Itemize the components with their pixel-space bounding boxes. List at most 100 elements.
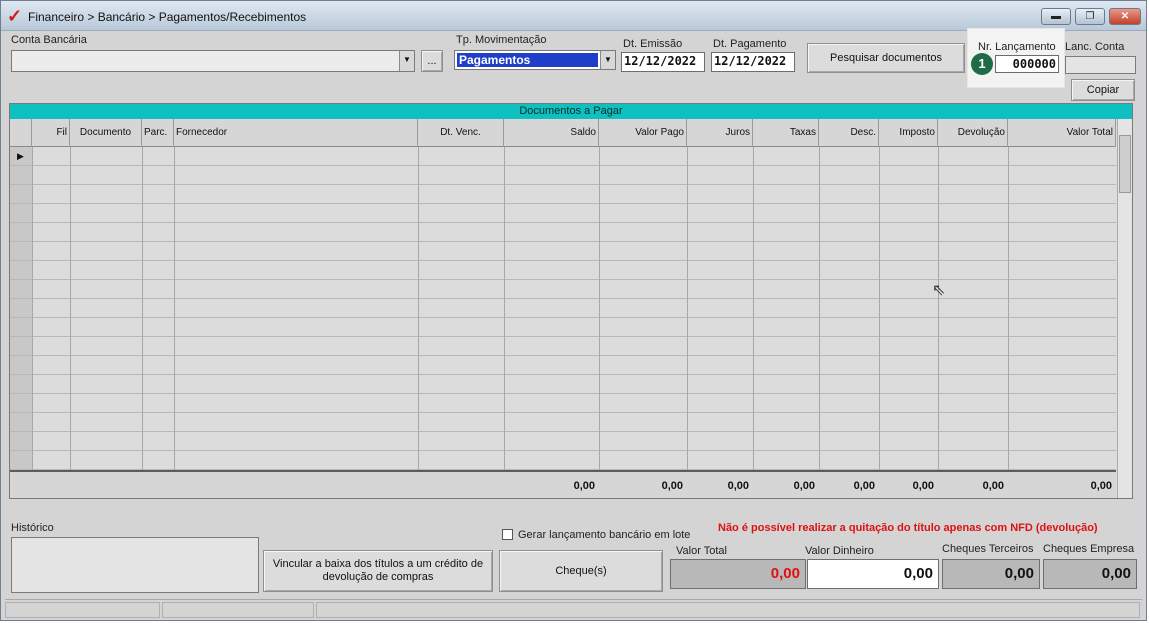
scrollbar-thumb[interactable] <box>1119 135 1131 193</box>
table-row[interactable] <box>10 242 1116 261</box>
grid-divider <box>819 147 820 498</box>
grid-header: Fil Documento Parc. Fornecedor Dt. Venc.… <box>10 119 1116 147</box>
grid-divider <box>142 147 143 498</box>
browse-button[interactable]: ... <box>421 50 443 72</box>
total-devolucao: 0,00 <box>982 480 1004 492</box>
historico-field[interactable] <box>11 537 259 593</box>
gerar-lote-checkbox[interactable] <box>502 529 513 540</box>
column-header[interactable]: Dt. Venc. <box>418 119 504 147</box>
valor-dinheiro-field[interactable]: 0,00 <box>807 559 939 589</box>
window-title: Financeiro > Bancário > Pagamentos/Receb… <box>28 10 307 24</box>
column-header[interactable]: Documento <box>70 119 142 147</box>
table-row[interactable] <box>10 299 1116 318</box>
dt-pagamento-label: Dt. Pagamento <box>713 38 787 50</box>
column-header[interactable]: Taxas <box>753 119 819 147</box>
table-row[interactable] <box>10 204 1116 223</box>
grid-divider <box>32 147 33 498</box>
conta-bancaria-select[interactable]: ▼ <box>11 50 415 72</box>
main-window: ✓ Financeiro > Bancário > Pagamentos/Rec… <box>0 0 1147 621</box>
cheques-button[interactable]: Cheque(s) <box>499 550 663 592</box>
column-header[interactable]: Saldo <box>504 119 599 147</box>
grid-divider <box>174 147 175 498</box>
status-panel <box>162 602 314 618</box>
tp-movimentacao-label: Tp. Movimentação <box>456 34 547 46</box>
minimize-icon: ▬ <box>1051 11 1061 22</box>
grid-vertical-scrollbar[interactable] <box>1117 119 1132 498</box>
grid-divider <box>599 147 600 498</box>
total-juros: 0,00 <box>727 480 749 492</box>
tp-movimentacao-value: Pagamentos <box>457 53 598 67</box>
lanc-conta-field[interactable] <box>1065 56 1136 74</box>
conta-bancaria-label: Conta Bancária <box>11 34 87 46</box>
grid-divider <box>879 147 880 498</box>
column-header[interactable]: Fornecedor <box>174 119 418 147</box>
historico-label: Histórico <box>11 522 54 534</box>
total-valor-pago: 0,00 <box>661 480 683 492</box>
gerar-lote-label: Gerar lançamento bancário em lote <box>518 529 691 541</box>
header-selector <box>10 119 32 147</box>
table-row[interactable] <box>10 261 1116 280</box>
step-badge: 1 <box>971 53 993 75</box>
chevron-down-icon[interactable]: ▼ <box>399 51 414 71</box>
table-row[interactable] <box>10 394 1116 413</box>
tp-movimentacao-select[interactable]: Pagamentos ▼ <box>454 50 616 70</box>
total-taxas: 0,00 <box>793 480 815 492</box>
status-panel <box>5 602 160 618</box>
title-bar: ✓ Financeiro > Bancário > Pagamentos/Rec… <box>1 1 1146 31</box>
grid-divider <box>70 147 71 498</box>
checkmark-icon: ✓ <box>7 6 23 26</box>
valor-total-label: Valor Total <box>676 545 727 557</box>
restore-icon: ❐ <box>1085 11 1095 22</box>
grid-divider <box>1008 147 1009 498</box>
table-row[interactable] <box>10 337 1116 356</box>
table-row[interactable] <box>10 280 1116 299</box>
grid-totals-row: 0,00 0,00 0,00 0,00 0,00 0,00 0,00 0,00 <box>10 470 1116 498</box>
restore-button[interactable]: ❐ <box>1075 8 1105 25</box>
cheques-terceiros-label: Cheques Terceiros <box>942 543 1034 555</box>
close-button[interactable]: ✕ <box>1109 8 1141 25</box>
dt-pagamento-field[interactable]: 12/12/2022 <box>711 52 795 72</box>
dt-emissao-field[interactable]: 12/12/2022 <box>621 52 705 72</box>
table-row[interactable] <box>10 432 1116 451</box>
cheques-empresa-label: Cheques Empresa <box>1043 543 1135 555</box>
table-row[interactable] <box>10 318 1116 337</box>
grid-divider <box>753 147 754 498</box>
total-imposto: 0,00 <box>912 480 934 492</box>
column-header[interactable]: Imposto <box>879 119 938 147</box>
mouse-cursor-icon: ⇖ <box>932 282 946 299</box>
table-row[interactable] <box>10 356 1116 375</box>
documentos-grid[interactable]: Documentos a Pagar Fil Documento Parc. F… <box>9 103 1133 499</box>
pesquisar-documentos-button[interactable]: Pesquisar documentos <box>807 43 965 73</box>
column-header[interactable]: Parc. <box>142 119 174 147</box>
column-header[interactable]: Desc. <box>819 119 879 147</box>
lanc-conta-label: Lanc. Conta <box>1065 41 1125 53</box>
table-row[interactable] <box>10 375 1116 394</box>
table-row[interactable] <box>10 147 1116 166</box>
grid-divider <box>504 147 505 498</box>
column-header[interactable]: Fil <box>32 119 70 147</box>
cheques-empresa-field: 0,00 <box>1043 559 1137 589</box>
nr-lancamento-label: Nr. Lançamento <box>978 41 1056 53</box>
cheques-terceiros-field: 0,00 <box>942 559 1040 589</box>
column-header[interactable]: Devolução <box>938 119 1008 147</box>
status-bar <box>5 599 1142 620</box>
column-header[interactable]: Juros <box>687 119 753 147</box>
table-row[interactable] <box>10 451 1116 470</box>
status-panel <box>316 602 1140 618</box>
valor-dinheiro-label: Valor Dinheiro <box>805 545 874 557</box>
column-header[interactable]: Valor Total <box>1008 119 1116 147</box>
minimize-button[interactable]: ▬ <box>1041 8 1071 25</box>
table-row[interactable] <box>10 185 1116 204</box>
nr-lancamento-field[interactable]: 000000 <box>995 55 1059 73</box>
total-saldo: 0,00 <box>573 480 595 492</box>
vincular-baixa-button[interactable]: Vincular a baixa dos títulos a um crédit… <box>263 550 493 592</box>
dt-emissao-label: Dt. Emissão <box>623 38 683 50</box>
valor-total-field: 0,00 <box>670 559 806 589</box>
chevron-down-icon[interactable]: ▼ <box>600 51 615 69</box>
close-icon: ✕ <box>1120 11 1130 22</box>
table-row[interactable] <box>10 223 1116 242</box>
table-row[interactable] <box>10 413 1116 432</box>
table-row[interactable] <box>10 166 1116 185</box>
column-header[interactable]: Valor Pago <box>599 119 687 147</box>
copiar-button[interactable]: Copiar <box>1071 79 1135 101</box>
